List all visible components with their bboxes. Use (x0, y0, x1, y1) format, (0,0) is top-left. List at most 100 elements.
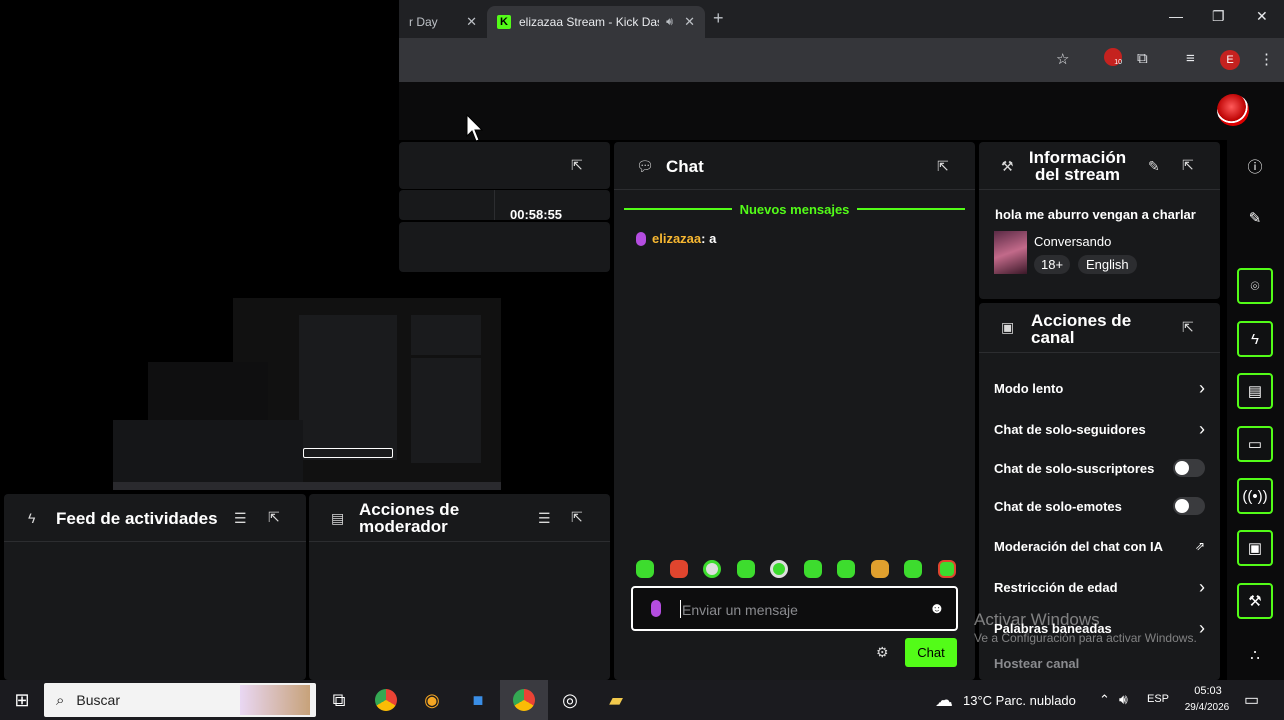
browser-toolbar: ☆ 10 ⧉ ≡ E ⋮ (399, 38, 1284, 82)
browser-app-icon[interactable]: ◉ (416, 680, 448, 720)
action-emotes-only: Chat de solo-emotes (994, 494, 1205, 518)
screen-share-thumbnail (113, 272, 501, 490)
browser-tab-previous[interactable]: r Day ✕ (399, 6, 487, 38)
send-chat-button[interactable]: Chat (905, 638, 957, 667)
emote-icon[interactable] (669, 560, 688, 578)
emote-icon[interactable] (904, 560, 923, 578)
browser-tab-active[interactable]: K elizazaa Stream - Kick Dash 🔊︎ ✕ (487, 6, 705, 38)
new-tab-button[interactable]: + (713, 8, 724, 29)
chevron-right-icon: › (1199, 617, 1205, 638)
action-followers-only[interactable]: Chat de solo-seguidores › (994, 417, 1205, 441)
text-cursor (680, 600, 681, 618)
action-label: Hostear canal (994, 655, 1080, 671)
chat-username[interactable]: elizazaa (652, 231, 701, 246)
popout-icon[interactable]: ⇱ (1182, 157, 1194, 174)
windows-start-icon[interactable]: ⊞ (4, 680, 40, 720)
emotes-only-toggle[interactable] (1173, 497, 1205, 515)
app-icon[interactable]: ■ (462, 680, 494, 720)
minimize-button[interactable]: — (1169, 8, 1183, 24)
emote-icon[interactable] (937, 560, 956, 578)
document-icon[interactable]: ▤ (1237, 373, 1273, 409)
chrome-icon[interactable] (370, 680, 402, 720)
action-label: Restricción de edad (994, 579, 1118, 595)
stream-info-title: Información del stream (1028, 148, 1127, 184)
taskbar-search-box[interactable]: ⌕ Buscar (44, 683, 316, 717)
activity-feed-title: Feed de actividades (56, 509, 218, 528)
info-icon[interactable]: ⓘ (1237, 148, 1273, 184)
restore-button[interactable]: ❐ (1212, 8, 1225, 25)
action-host-channel[interactable]: Hostear canal (994, 651, 1205, 675)
subscribers-only-toggle[interactable] (1173, 459, 1205, 477)
emote-icon[interactable] (636, 560, 654, 578)
menu-kebab-icon[interactable]: ⋮ (1259, 50, 1274, 68)
chat-input-placeholder[interactable]: Enviar un mensaje (682, 602, 798, 618)
nested-deeper-preview (148, 362, 268, 420)
action-ai-moderation[interactable]: Moderación del chat con IA ⇗ (994, 534, 1205, 558)
search-highlight-image (240, 685, 310, 715)
pencil-icon[interactable]: ✎ (1237, 200, 1273, 236)
activity-feed-panel: ϟ Feed de actividades ☰ ⇱ (4, 494, 306, 680)
clock-date[interactable]: 29/4/2026 (1179, 702, 1235, 713)
weather-text[interactable]: 13°C Parc. nublado (963, 693, 1076, 708)
cluster-icon[interactable]: ∴ (1237, 637, 1273, 673)
category-name[interactable]: Conversando (1034, 234, 1111, 249)
channel-actions-icon[interactable]: ▣ (1237, 530, 1273, 566)
popout-icon[interactable]: ⇱ (571, 157, 583, 174)
chat-bubble-icon: 💬︎ (636, 158, 654, 174)
action-age-restriction[interactable]: Restricción de edad › (994, 575, 1205, 599)
divider (4, 541, 306, 542)
clock-time[interactable]: 05:03 (1188, 685, 1228, 697)
action-banned-words[interactable]: Palabras baneadas › (994, 616, 1205, 640)
emote-icon[interactable] (736, 560, 755, 578)
popout-icon[interactable]: ⇱ (268, 509, 280, 526)
emote-icon[interactable] (870, 560, 889, 578)
stream-timer: 00:58:55 (510, 207, 563, 222)
emote-icon[interactable] (703, 560, 722, 578)
file-explorer-icon[interactable]: ▰ (600, 680, 632, 720)
chat-input-box[interactable]: Enviar un mensaje ☻ (631, 586, 958, 631)
camera-focus-icon[interactable]: ⌾ (1237, 268, 1273, 304)
bookmark-star-icon[interactable]: ☆ (1056, 50, 1069, 68)
external-link-icon: ⇗ (1194, 539, 1205, 553)
extensions-icon[interactable]: ⧉ (1137, 50, 1148, 67)
emote-icon[interactable] (803, 560, 822, 578)
notification-icon[interactable]: ▭ (1244, 690, 1259, 710)
task-view-icon[interactable]: ⧉ (324, 680, 354, 720)
emoji-icon[interactable]: ☻ (929, 600, 945, 617)
emote-icon[interactable] (770, 560, 789, 578)
chrome-active-icon[interactable] (500, 680, 548, 720)
emote-icon[interactable] (837, 560, 856, 578)
chevron-up-icon[interactable]: ⌃ (1099, 692, 1110, 708)
profile-avatar[interactable]: E (1220, 50, 1240, 70)
volume-icon[interactable]: 🔊︎ (1119, 691, 1128, 708)
wrench-icon[interactable]: ⚒ (1237, 583, 1273, 619)
action-slow-mode[interactable]: Modo lento › (994, 376, 1205, 400)
action-label: Chat de solo-suscriptores (994, 460, 1155, 476)
obs-icon[interactable]: ◎ (554, 680, 586, 720)
mic-badge-icon (651, 600, 661, 617)
stream-info-strip (399, 222, 610, 272)
broadcast-icon[interactable]: ((•)) (1237, 478, 1273, 514)
pencil-icon[interactable]: ✎ (1148, 158, 1160, 175)
close-icon[interactable]: ✕ (466, 14, 477, 30)
close-window-button[interactable]: ✕ (1256, 8, 1268, 25)
media-control-icon[interactable]: ≡ (1186, 50, 1195, 67)
extension-badge[interactable]: 10 (1104, 48, 1122, 66)
close-icon[interactable]: ✕ (684, 14, 695, 30)
gear-icon[interactable]: ⚙ (876, 644, 889, 661)
chat-bubble-icon[interactable]: ▭ (1237, 426, 1273, 462)
broadcast-icon: ▣ (1001, 319, 1015, 335)
user-avatar[interactable] (1217, 94, 1249, 126)
filter-icon[interactable]: ☰ (538, 510, 551, 527)
search-placeholder: Buscar (76, 692, 120, 708)
popout-icon[interactable]: ⇱ (571, 509, 583, 526)
chat-message: elizazaa: a (636, 231, 716, 246)
action-label: Modo lento (994, 380, 1064, 396)
speaker-icon[interactable]: 🔊︎ (666, 16, 673, 29)
lightning-icon[interactable]: ϟ (1237, 321, 1273, 357)
popout-icon[interactable]: ⇱ (1182, 319, 1194, 336)
filter-icon[interactable]: ☰ (234, 510, 247, 527)
language-indicator[interactable]: ESP (1147, 693, 1169, 705)
divider (309, 541, 610, 542)
popout-icon[interactable]: ⇱ (937, 158, 949, 175)
